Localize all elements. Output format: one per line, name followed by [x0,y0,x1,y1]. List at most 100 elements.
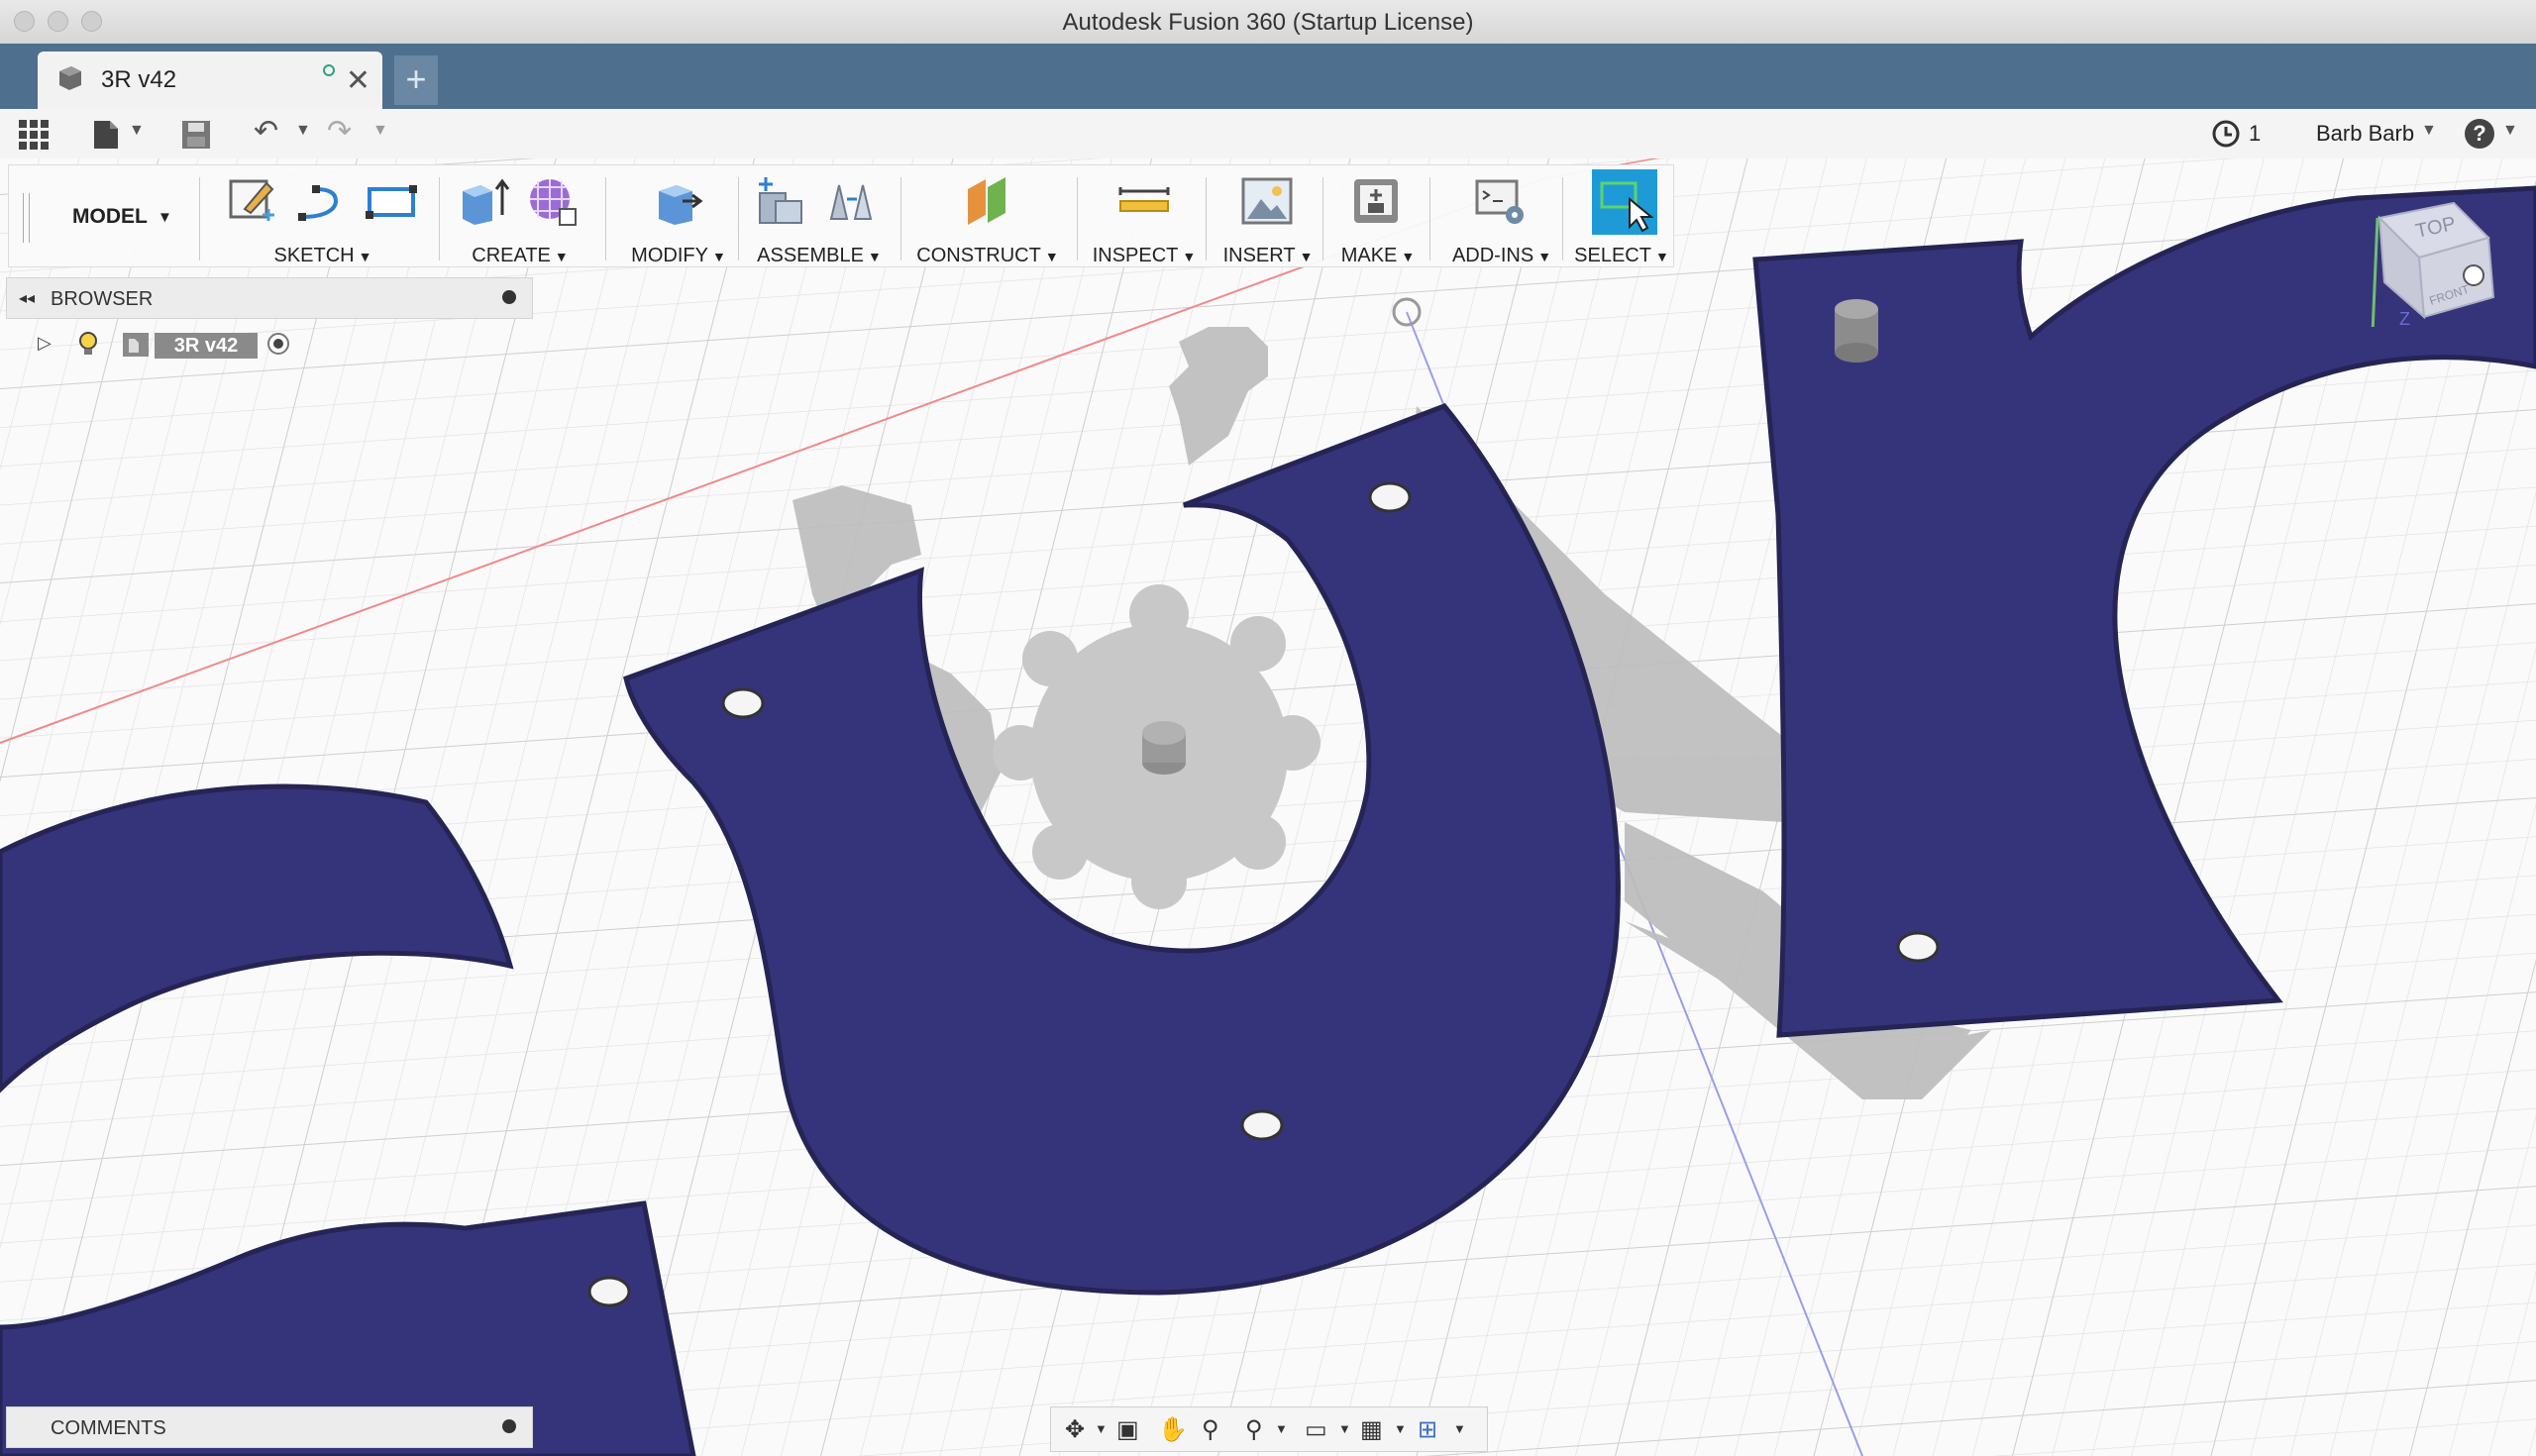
insert-image-icon[interactable] [1241,175,1293,227]
root-node-label: 3R v42 [155,333,258,359]
pan-hand-icon[interactable]: ✋ [1158,1415,1188,1444]
sketch-group-label: SKETCH ▼ [273,245,372,266]
construct-group[interactable]: CONSTRUCT ▼ [908,165,1067,268]
mounting-hole [587,1276,631,1307]
construct-group-label: CONSTRUCT ▼ [916,245,1059,266]
press-pull-icon[interactable] [653,175,704,227]
add-ins-group[interactable]: ADD-INS ▼ [1437,165,1566,268]
insert-group-label: INSERT ▼ [1222,245,1314,266]
redo-caret-icon[interactable]: ▼ [372,122,388,140]
workspace-caret-icon: ▼ [158,209,172,226]
help-icon[interactable]: ? [2465,119,2494,149]
document-tab-title: 3R v42 [101,66,177,93]
online-status-icon [323,64,335,76]
new-component-icon[interactable] [754,175,805,227]
job-status-clock-icon[interactable] [2211,119,2241,149]
line-tool-icon[interactable] [296,175,348,227]
orbit-caret-icon[interactable]: ▼ [1095,1421,1108,1436]
inspect-group-label: INSPECT ▼ [1092,245,1197,266]
navigation-bar: ✥ ▼ ▣ ✋ ⚲ ⚲ ▼ ▭ ▼ ▦ ▼ ⊞ ▼ [1050,1406,1488,1452]
toolbar-grip[interactable] [23,193,24,243]
fit-view-icon[interactable]: ⚲ [1245,1415,1263,1444]
job-count: 1 [2249,121,2262,146]
joint-icon[interactable] [825,175,877,227]
viewports-caret-icon[interactable]: ▼ [1453,1421,1466,1436]
grid-caret-icon[interactable]: ▼ [1394,1421,1407,1436]
form-icon[interactable] [526,175,578,227]
measure-icon[interactable] [1118,175,1170,227]
visibility-lightbulb-icon[interactable] [77,331,99,359]
assemble-group-label: ASSEMBLE ▼ [757,245,882,266]
window-title: Autodesk Fusion 360 (Startup License) [1062,9,1474,36]
toolbar-grip-line [29,193,30,243]
assemble-group[interactable]: ASSEMBLE ▼ [746,165,893,268]
file-menu-icon[interactable] [91,119,121,151]
modify-group-label: MODIFY ▼ [631,245,726,266]
scripts-add-ins-icon[interactable] [1475,175,1527,227]
toolbar: MODEL ▼ SKETCH ▼ CREATE ▼ MODIFY ▼ ASSEM… [8,164,1674,267]
collapse-panel-icon[interactable]: ◂◂ [19,288,35,308]
extrude-icon[interactable] [459,175,510,227]
close-tab-icon[interactable]: ✕ [346,63,370,98]
comments-panel-header[interactable]: COMMENTS [6,1406,533,1448]
help-caret-icon[interactable]: ▼ [2502,122,2518,140]
make-group[interactable]: MAKE ▼ [1330,165,1426,268]
comments-title: COMMENTS [51,1417,166,1439]
user-menu-caret-icon[interactable]: ▼ [2421,122,2437,140]
gray-gear-part [993,584,1321,909]
user-name[interactable]: Barb Barb [2316,121,2414,147]
select-tool-icon[interactable] [1592,169,1657,235]
document-tab[interactable]: 3R v42 ✕ [38,52,382,109]
add-comment-icon[interactable] [502,1419,516,1433]
rectangle-tool-icon[interactable] [366,175,417,227]
mounting-hole [721,687,765,719]
grid-settings-icon[interactable]: ▦ [1360,1415,1383,1444]
zoom-icon[interactable]: ⚲ [1202,1415,1219,1444]
sketch-group[interactable]: SKETCH ▼ [207,165,439,268]
inspect-group[interactable]: INSPECT ▼ [1085,165,1204,268]
offset-plane-icon[interactable] [962,175,1013,227]
browser-panel-header[interactable]: ◂◂ BROWSER [6,277,533,319]
orbit-icon[interactable]: ✥ [1065,1415,1085,1444]
document-icon [59,66,81,90]
pin-panel-icon[interactable] [502,290,516,304]
display-settings-icon[interactable]: ▭ [1305,1415,1327,1444]
select-group-label: SELECT ▼ [1574,245,1669,266]
title-bar: Autodesk Fusion 360 (Startup License) [0,0,2536,45]
document-tab-strip: 3R v42 ✕ + [0,44,2536,109]
quick-access-bar: ▼ ↶ ▼ ↷ ▼ 1 Barb Barb ▼ ? ▼ [0,109,2536,159]
look-at-icon[interactable]: ▣ [1116,1415,1139,1444]
browser-title: BROWSER [51,288,154,310]
data-panel-grid-icon[interactable] [18,119,50,151]
gray-peg-part [1835,299,1878,363]
model-canvas[interactable] [0,158,2536,1456]
select-group[interactable]: SELECT ▼ [1570,165,1673,268]
display-caret-icon[interactable]: ▼ [1338,1421,1351,1436]
create-group-label: CREATE ▼ [472,245,569,266]
undo-icon[interactable]: ↶ [254,115,278,149]
fit-caret-icon[interactable]: ▼ [1275,1421,1288,1436]
modify-group[interactable]: MODIFY ▼ [613,165,744,268]
root-component-icon [123,333,149,357]
view-cube[interactable]: TOP FRONT Z [2370,198,2498,358]
mounting-hole [1368,481,1412,513]
save-icon[interactable] [180,119,212,151]
create-sketch-icon[interactable] [227,175,278,227]
viewports-icon[interactable]: ⊞ [1418,1415,1437,1444]
workspace-label: MODEL [72,205,148,228]
mounting-hole [1240,1109,1284,1141]
canvas-viewport[interactable] [0,158,2536,1456]
view-cube-z-label: Z [2399,309,2410,327]
3d-print-icon[interactable] [1350,175,1402,227]
make-group-label: MAKE ▼ [1340,245,1416,266]
create-group[interactable]: CREATE ▼ [447,165,593,268]
redo-icon[interactable]: ↷ [327,115,352,149]
file-menu-caret-icon[interactable]: ▼ [129,122,145,140]
undo-caret-icon[interactable]: ▼ [295,122,311,140]
activate-component-icon[interactable] [267,333,289,355]
insert-group[interactable]: INSERT ▼ [1214,165,1322,268]
mounting-hole [1896,931,1940,963]
expand-node-icon[interactable]: ▷ [38,333,52,354]
add-ins-group-label: ADD-INS ▼ [1451,245,1552,266]
new-tab-button[interactable]: + [394,55,438,105]
